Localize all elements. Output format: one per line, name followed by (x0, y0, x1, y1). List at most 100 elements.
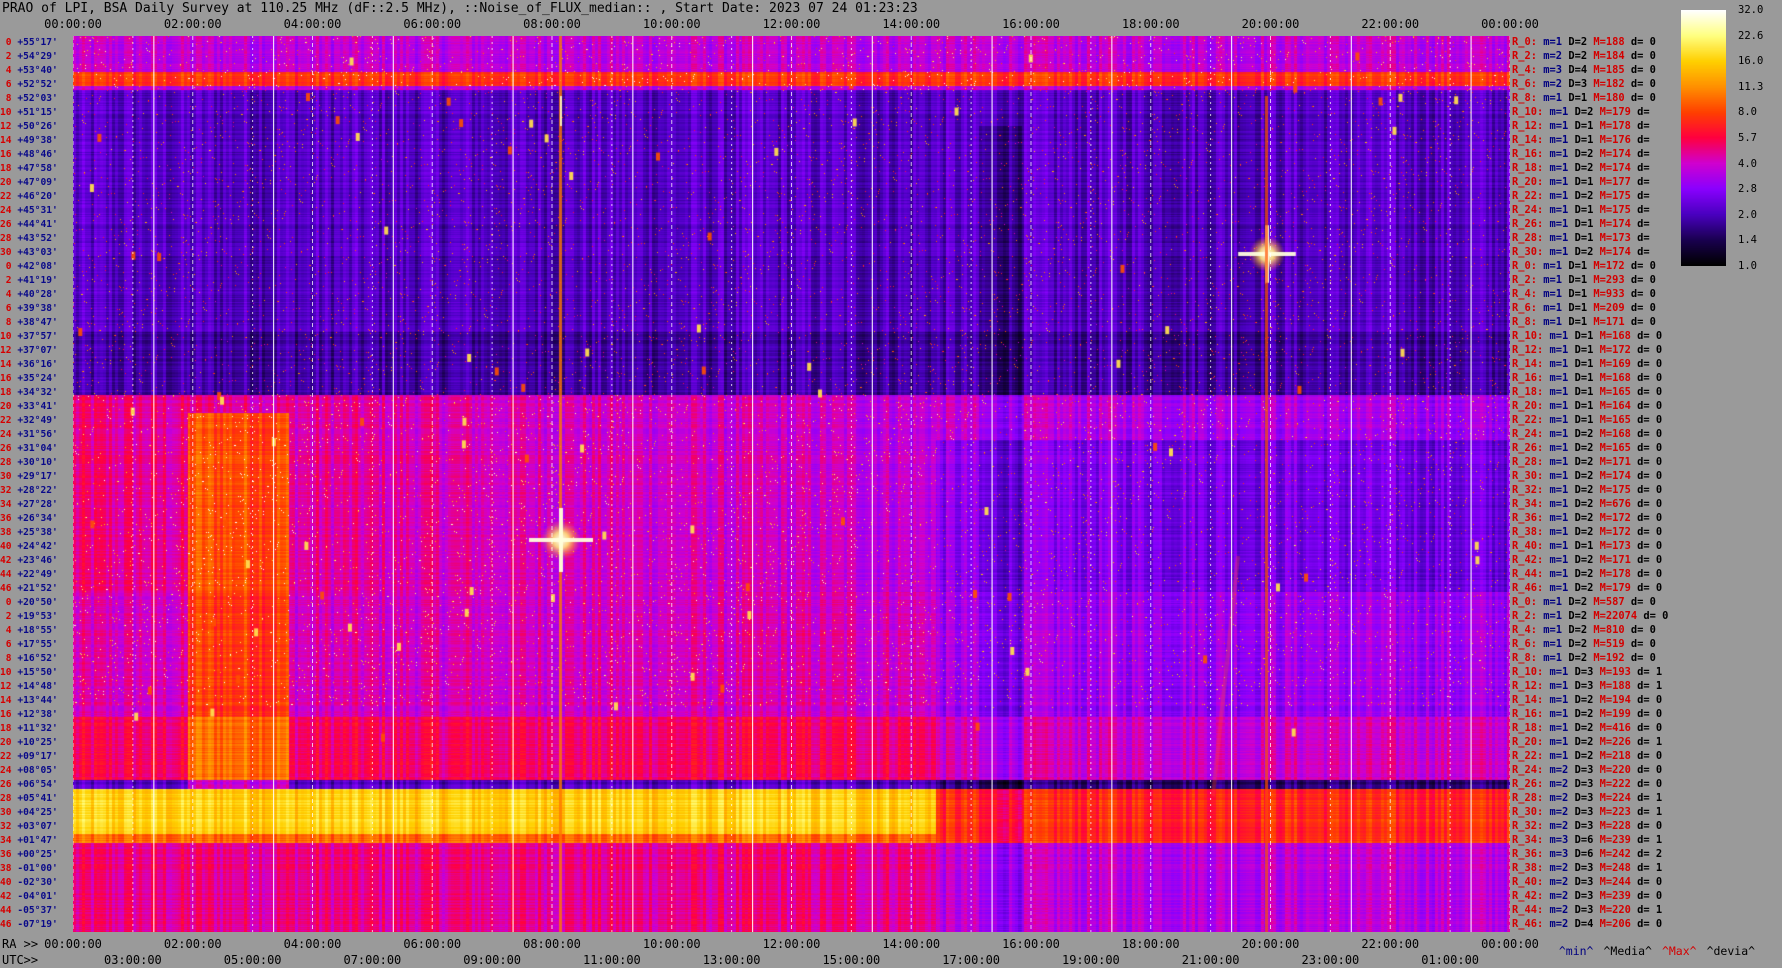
declination-value: +52°52' (11, 79, 58, 90)
declination-value: +48°46' (11, 149, 58, 160)
declination-label: 42 +23°46' (0, 556, 73, 566)
beam-index: 4 (0, 65, 12, 76)
beam-id: R_8: (1512, 652, 1538, 664)
stat-max: M=165 (1593, 442, 1631, 454)
stat-max: M=242 (1593, 848, 1631, 860)
beam-stat-row: R_12: m=1 D=1 M=172 d= 0 (1512, 343, 1662, 357)
stat-devia: d= 0 (1630, 512, 1663, 524)
stat-min: m=1 (1543, 750, 1569, 762)
declination-value: +33°41' (11, 401, 58, 412)
stat-min: m=1 (1543, 134, 1569, 146)
stat-min: m=2 (1543, 778, 1569, 790)
beam-stat-row: R_36: m=1 D=2 M=172 d= 0 (1512, 511, 1662, 525)
beam-index: 12 (0, 345, 12, 356)
stat-median: D=1 (1562, 260, 1588, 272)
stat-median: D=2 (1568, 106, 1594, 118)
beam-index: 44 (0, 569, 12, 580)
stat-max: M=178 (1593, 568, 1631, 580)
declination-value: +39°38' (11, 303, 58, 314)
beam-index: 20 (0, 401, 12, 412)
stat-min: m=2 (1543, 904, 1569, 916)
stat-median: D=1 (1568, 176, 1594, 188)
beam-stat-row: R_20: m=1 D=1 M=177 d= (1512, 175, 1650, 189)
declination-label: 32 +03°07' (0, 822, 73, 832)
stat-max: M=174 (1593, 470, 1631, 482)
declination-label: 28 +30°10' (0, 458, 73, 468)
colorbar-tick-label: 11.3 (1738, 80, 1764, 93)
declination-label: 30 +43°03' (0, 248, 73, 258)
beam-stat-row: R_28: m=1 D=1 M=173 d= (1512, 231, 1650, 245)
beam-stat-row: R_16: m=1 D=2 M=174 d= (1512, 147, 1650, 161)
stat-max: M=165 (1593, 386, 1631, 398)
declination-value: +49°38' (11, 135, 58, 146)
stat-devia: d= 0 (1624, 316, 1656, 328)
declination-label: 0 +42°08' (0, 262, 73, 272)
stat-devia: d= 0 (1630, 386, 1663, 398)
stat-devia: d= 0 (1630, 554, 1663, 566)
declination-label: 14 +36°16' (0, 360, 73, 370)
ra-time-label: 08:00:00 (523, 937, 581, 951)
stat-devia: d= 2 (1630, 848, 1663, 860)
declination-value: +31°56' (11, 429, 58, 440)
beam-index: 38 (0, 863, 12, 874)
stat-max: M=165 (1593, 414, 1631, 426)
beam-stat-row: R_14: m=1 D=1 M=169 d= 0 (1512, 357, 1662, 371)
ra-time-label: 00:00:00 (44, 937, 102, 951)
stat-devia: d= 0 (1630, 890, 1663, 902)
stat-max: M=174 (1593, 162, 1631, 174)
stat-max: M=188 (1587, 36, 1625, 48)
beam-stat-row: R_4: m=1 D=2 M=810 d= 0 (1512, 623, 1656, 637)
stat-median: D=1 (1562, 92, 1588, 104)
utc-time-label: 17:00:00 (942, 953, 1001, 967)
stat-max: M=174 (1593, 148, 1631, 160)
stats-legend: ^min^ ^Media^ ^Max^ ^devia^ (1545, 930, 1765, 958)
stat-devia: d= 0 (1630, 484, 1663, 496)
stat-devia: d= (1630, 162, 1650, 174)
stat-median: D=1 (1568, 232, 1594, 244)
stat-max: M=171 (1593, 456, 1631, 468)
stat-max: M=676 (1593, 498, 1631, 510)
declination-label: 10 +37°57' (0, 332, 73, 342)
stat-median: D=2 (1568, 736, 1594, 748)
stat-max: M=171 (1593, 554, 1631, 566)
declination-value: +03°07' (11, 821, 58, 832)
stat-min: m=2 (1543, 862, 1569, 874)
stat-devia: d= (1630, 148, 1650, 160)
stat-devia: d= 1 (1630, 680, 1663, 692)
stat-median: D=3 (1568, 764, 1594, 776)
declination-value: +14°48' (11, 681, 58, 692)
declination-value: +12°38' (11, 709, 58, 720)
declination-value: +29°17' (11, 471, 58, 482)
beam-index: 18 (0, 163, 12, 174)
beam-id: R_16: (1512, 148, 1544, 160)
plot-gridlines (73, 36, 1510, 932)
declination-label: 16 +35°24' (0, 374, 73, 384)
beam-stat-row: R_28: m=2 D=3 M=224 d= 1 (1512, 791, 1662, 805)
stat-min: m=1 (1543, 162, 1569, 174)
declination-value: +25°38' (11, 527, 58, 538)
beam-stat-row: R_20: m=1 D=2 M=226 d= 1 (1512, 735, 1662, 749)
stat-min: m=1 (1543, 120, 1569, 132)
stat-median: D=2 (1568, 456, 1594, 468)
declination-label: 16 +48°46' (0, 150, 73, 160)
stat-max: M=179 (1593, 106, 1631, 118)
stat-median: D=2 (1562, 638, 1588, 650)
stat-max: M=171 (1587, 316, 1625, 328)
stat-max: M=933 (1587, 288, 1625, 300)
declination-label: 14 +49°38' (0, 136, 73, 146)
declination-value: +26°34' (11, 513, 58, 524)
beam-index: 22 (0, 415, 12, 426)
beam-id: R_4: (1512, 64, 1538, 76)
declination-value: +27°28' (11, 499, 58, 510)
stat-min: m=2 (1543, 764, 1569, 776)
beam-stat-row: R_16: m=1 D=2 M=199 d= 0 (1512, 707, 1662, 721)
declination-value: +21°52' (11, 583, 58, 594)
beam-index: 36 (0, 849, 12, 860)
beam-id: R_6: (1512, 78, 1538, 90)
beam-index: 42 (0, 555, 12, 566)
declination-value: +42°08' (11, 261, 58, 272)
stat-median: D=2 (1568, 428, 1594, 440)
declination-label: 20 +10°25' (0, 738, 73, 748)
stat-median: D=2 (1568, 582, 1594, 594)
beam-stat-row: R_6: m=1 D=2 M=519 d= 0 (1512, 637, 1656, 651)
